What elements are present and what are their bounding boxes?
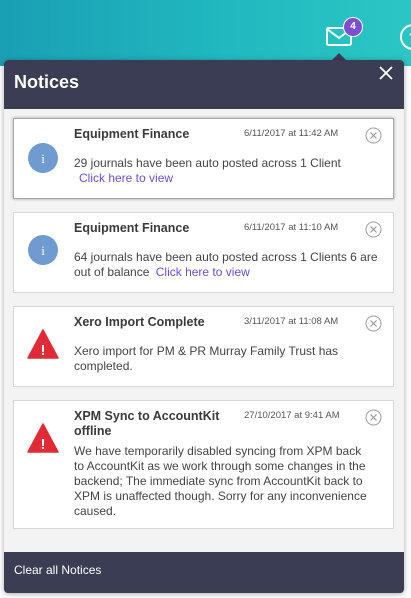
notices-header: Notices: [4, 60, 404, 109]
notice-title: XPM Sync to AccountKit offline: [74, 409, 220, 438]
info-icon: i: [27, 234, 59, 266]
notice-message-text: 29 journals have been auto posted across…: [74, 156, 341, 170]
notice-message: 64 journals have been auto posted across…: [74, 250, 379, 280]
svg-text:i: i: [41, 243, 45, 258]
notice-card[interactable]: i Equipment Finance 6/11/2017 at 11:42 A…: [13, 118, 394, 199]
info-icon: i: [27, 142, 59, 174]
dismiss-notice-button[interactable]: [365, 409, 382, 426]
help-button[interactable]: ?: [398, 22, 411, 52]
notice-title: Xero Import Complete: [74, 315, 205, 329]
warning-icon: !: [27, 422, 59, 454]
notification-count-badge: 4: [343, 17, 363, 37]
svg-text:!: !: [41, 436, 46, 453]
notice-timestamp: 3/11/2017 at 11:08 AM: [244, 316, 339, 327]
notice-title: Equipment Finance: [74, 221, 190, 235]
notices-footer: Clear all Notices: [4, 552, 404, 593]
dismiss-notice-button[interactable]: [365, 127, 382, 144]
svg-text:!: !: [41, 342, 46, 359]
notice-timestamp: 6/11/2017 at 11:10 AM: [244, 222, 339, 233]
view-link[interactable]: Click here to view: [156, 265, 250, 279]
dismiss-icon: [365, 127, 382, 144]
notices-panel: Notices i Equipment Finance 6/11/2017 at…: [4, 60, 404, 593]
clear-all-notices-button[interactable]: Clear all Notices: [14, 563, 101, 577]
notice-message: Xero import for PM & PR Murray Family Tr…: [74, 344, 339, 373]
notice-timestamp: 6/11/2017 at 11:42 AM: [244, 128, 339, 139]
warning-icon: !: [27, 328, 59, 360]
svg-text:i: i: [41, 151, 45, 166]
dismiss-notice-button[interactable]: [365, 315, 382, 332]
notice-title: Equipment Finance: [74, 127, 190, 141]
notice-card[interactable]: ! XPM Sync to AccountKit offline 27/10/2…: [13, 400, 394, 529]
close-icon: [379, 66, 393, 80]
dismiss-icon: [365, 315, 382, 332]
notice-message: 29 journals have been auto posted across…: [74, 156, 379, 186]
help-icon: ?: [400, 24, 411, 50]
notice-card[interactable]: ! Xero Import Complete 3/11/2017 at 11:0…: [13, 306, 394, 387]
dismiss-icon: [365, 221, 382, 238]
dismiss-notice-button[interactable]: [365, 221, 382, 238]
dismiss-icon: [365, 409, 382, 426]
view-link[interactable]: Click here to view: [79, 171, 173, 185]
notice-message: We have temporarily disabled syncing fro…: [74, 444, 367, 518]
close-panel-button[interactable]: [378, 65, 394, 81]
notice-card[interactable]: i Equipment Finance 6/11/2017 at 11:10 A…: [13, 212, 394, 293]
panel-title: Notices: [14, 72, 80, 92]
notices-list[interactable]: i Equipment Finance 6/11/2017 at 11:42 A…: [4, 109, 404, 552]
top-bar: 4 ?: [0, 0, 411, 66]
notice-timestamp: 27/10/2017 at 9:41 AM: [244, 410, 340, 421]
